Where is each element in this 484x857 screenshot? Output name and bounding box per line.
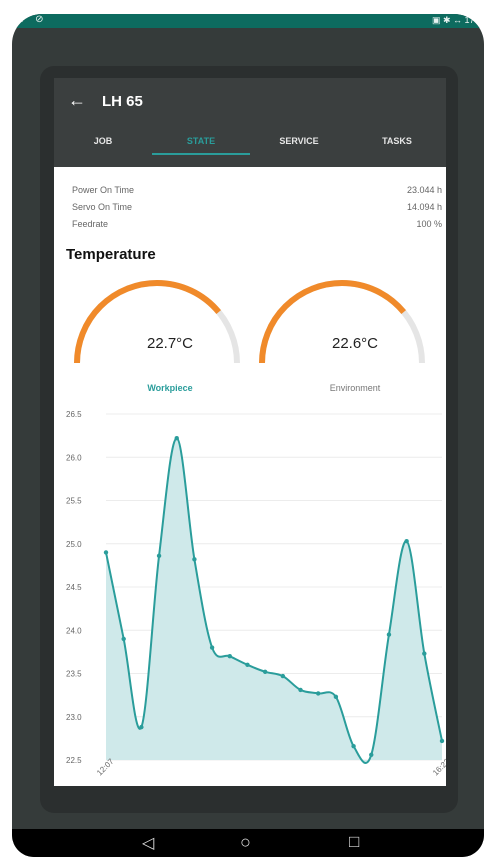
data-point [262, 669, 268, 674]
servo-on-time-label: Servo On Time [72, 202, 133, 212]
y-tick-label: 26.0 [66, 453, 82, 462]
data-point [439, 738, 445, 744]
temperature-heading: Temperature [66, 246, 156, 263]
environment-gauge [259, 280, 425, 364]
status-icons-right: ▣ ✱ ↔ 17:4 [431, 15, 482, 25]
tab-tasks[interactable]: TASKS [348, 130, 446, 167]
y-tick-label: 24.5 [66, 583, 82, 592]
data-point [192, 557, 197, 562]
environment-temperature: 22.6°C [331, 335, 379, 352]
navigation-bar: ◁ ○ □ [12, 829, 484, 857]
servo-on-time-value: 14.094 h [406, 202, 442, 212]
tab-state[interactable]: STATE [152, 130, 250, 167]
tab-job-label: JOB [93, 136, 113, 146]
app-window: ← LH 65 JOB STATE SERVICE TASKS Power On… [54, 78, 446, 786]
temperature-chart: 26.526.025.525.024.524.023.523.022.5 12:0… [66, 410, 446, 777]
data-point [121, 636, 126, 642]
home-button[interactable]: ○ [240, 832, 251, 853]
data-point [351, 743, 356, 749]
feedrate-label: Feedrate [72, 219, 109, 229]
tab-tasks-label: TASKS [382, 136, 412, 146]
recent-apps-button[interactable]: □ [349, 832, 359, 852]
page-title: LH 65 [102, 93, 143, 110]
data-point [174, 436, 179, 441]
tablet-frame: ✿ ⊘ ▣ ✱ ↔ 17:4 ← LH 65 JOB STATE SERVICE… [12, 14, 484, 857]
y-tick-label: 25.0 [66, 540, 82, 549]
data-point [227, 654, 232, 659]
data-point [404, 538, 409, 544]
data-point [422, 651, 427, 656]
feedrate-value: 100 % [416, 219, 442, 229]
data-point [316, 691, 321, 696]
tab-service-label: SERVICE [279, 136, 319, 146]
y-tick-label: 26.5 [66, 410, 82, 419]
status-icons-left: ✿ ⊘ [16, 14, 48, 25]
data-point [333, 694, 339, 700]
power-on-time-label: Power On Time [72, 185, 135, 195]
app-bar: ← LH 65 JOB STATE SERVICE TASKS [54, 78, 446, 167]
series-area [106, 438, 442, 763]
back-button[interactable]: ◁ [142, 833, 154, 853]
tab-service[interactable]: SERVICE [250, 130, 348, 167]
y-tick-label: 22.5 [66, 756, 82, 765]
y-tick-label: 24.0 [66, 626, 82, 635]
tab-state-label: STATE [186, 136, 216, 146]
back-arrow-icon[interactable]: ← [68, 90, 86, 111]
servo-on-time-row: Servo On Time 14.094 h [72, 202, 442, 212]
power-on-time-value: 23.044 h [406, 185, 442, 195]
data-point [156, 553, 162, 559]
data-point [139, 724, 144, 730]
data-point [209, 645, 215, 650]
y-tick-label: 23.0 [66, 713, 82, 722]
data-point [386, 632, 392, 637]
y-tick-label: 25.5 [66, 497, 82, 506]
workpiece-label[interactable]: Workpiece [110, 383, 230, 393]
data-point [103, 550, 109, 555]
data-point [245, 662, 250, 668]
data-point [298, 687, 303, 693]
tab-job[interactable]: JOB [54, 130, 152, 167]
environment-label[interactable]: Environment [295, 383, 415, 393]
tab-bar: JOB STATE SERVICE TASKS [54, 130, 446, 167]
power-on-time-row: Power On Time 23.044 h [72, 185, 442, 195]
y-tick-label: 23.5 [66, 670, 82, 679]
workpiece-gauge [74, 280, 240, 364]
workpiece-temperature: 22.7°C [146, 335, 194, 352]
feedrate-row: Feedrate 100 % [72, 219, 442, 229]
data-point [280, 673, 286, 679]
status-bar: ✿ ⊘ ▣ ✱ ↔ 17:4 [12, 14, 484, 28]
data-point [369, 752, 374, 758]
